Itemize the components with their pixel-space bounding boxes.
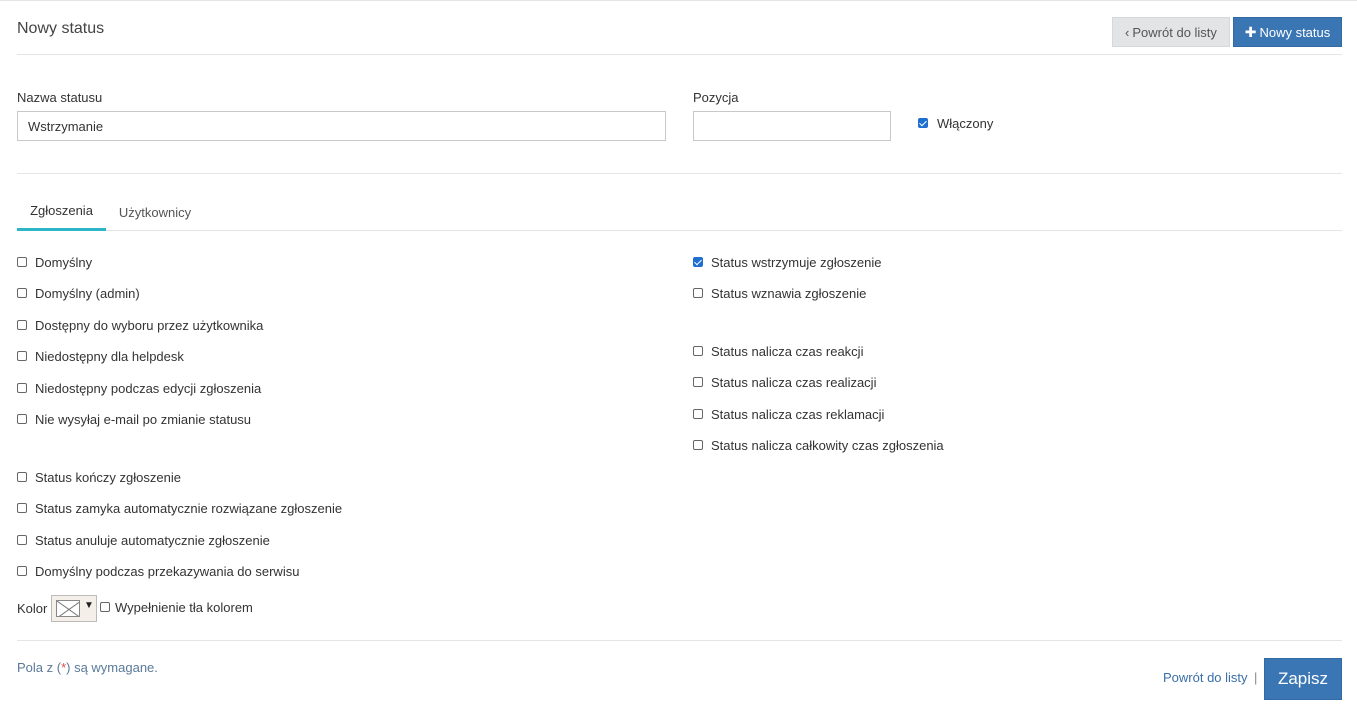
page-header: Nowy status ‹ Powrót do listy ✚ Nowy sta… xyxy=(17,0,1342,55)
option-checkbox[interactable] xyxy=(17,383,27,393)
option-label: Niedostępny podczas edycji zgłoszenia xyxy=(35,381,262,396)
option-label: Status nalicza czas reklamacji xyxy=(711,407,885,422)
fill-background-checkbox[interactable] xyxy=(100,602,110,612)
option-label: Status kończy zgłoszenie xyxy=(35,470,181,485)
option-checkbox[interactable] xyxy=(693,440,703,450)
option-label: Status nalicza całkowity czas zgłoszenia xyxy=(711,438,944,453)
option-checkbox[interactable] xyxy=(17,503,27,513)
option-label: Status wznawia zgłoszenie xyxy=(711,286,867,301)
option-checkbox[interactable] xyxy=(693,288,703,298)
name-input[interactable] xyxy=(17,111,666,141)
footer-separator: | xyxy=(1254,670,1258,685)
save-button[interactable]: Zapisz xyxy=(1264,658,1342,700)
color-swatch-icon xyxy=(56,600,80,617)
option-label: Domyślny (admin) xyxy=(35,286,140,301)
new-status-label: Nowy status xyxy=(1259,24,1331,40)
option-label: Status anuluje automatycznie zgłoszenie xyxy=(35,533,270,548)
required-note-prefix: Pola z ( xyxy=(17,660,62,675)
new-status-button[interactable]: ✚ Nowy status xyxy=(1233,17,1342,47)
footer-divider xyxy=(17,640,1342,641)
position-label: Pozycja xyxy=(693,90,739,105)
enabled-checkbox[interactable] xyxy=(918,118,928,128)
position-input[interactable] xyxy=(693,111,891,141)
option-checkbox[interactable] xyxy=(693,377,703,387)
dropdown-arrow-icon: ▼ xyxy=(84,600,94,611)
fill-background-label: Wypełnienie tła kolorem xyxy=(115,600,253,615)
color-picker[interactable]: ▼ xyxy=(51,595,97,622)
tab-zgloszenia[interactable]: Zgłoszenia xyxy=(17,193,106,231)
option-label: Niedostępny dla helpdesk xyxy=(35,349,184,364)
option-checkbox[interactable] xyxy=(17,472,27,482)
option-label: Status nalicza czas realizacji xyxy=(711,375,877,390)
enabled-label: Włączony xyxy=(937,116,994,131)
chevron-left-icon: ‹ xyxy=(1125,24,1130,40)
option-label: Nie wysyłaj e-mail po zmianie statusu xyxy=(35,412,252,427)
option-label: Dostępny do wyboru przez użytkownika xyxy=(35,318,264,333)
color-label: Kolor xyxy=(17,601,48,616)
option-label: Status zamyka automatycznie rozwiązane z… xyxy=(35,501,343,516)
option-label: Domyślny podczas przekazywania do serwis… xyxy=(35,564,300,579)
option-checkbox[interactable] xyxy=(17,257,27,267)
option-checkbox[interactable] xyxy=(693,257,703,267)
tab-uzytkownicy[interactable]: Użytkownicy xyxy=(109,193,201,231)
required-note-suffix: ) są wymagane. xyxy=(66,660,158,675)
option-label: Domyślny xyxy=(35,255,93,270)
plus-icon: ✚ xyxy=(1244,23,1257,40)
option-checkbox[interactable] xyxy=(17,351,27,361)
back-to-list-label: Powrót do listy xyxy=(1132,24,1217,40)
tab-bar: Zgłoszenia Użytkownicy xyxy=(17,193,1342,231)
option-checkbox[interactable] xyxy=(17,288,27,298)
page-title: Nowy status xyxy=(17,20,105,37)
footer-back-link[interactable]: Powrót do listy xyxy=(1163,670,1248,685)
back-to-list-button[interactable]: ‹ Powrót do listy xyxy=(1112,17,1230,47)
required-note: Pola z (*) są wymagane. xyxy=(17,660,158,675)
divider xyxy=(17,173,1342,174)
option-checkbox[interactable] xyxy=(17,566,27,576)
option-checkbox[interactable] xyxy=(693,346,703,356)
option-checkbox[interactable] xyxy=(17,320,27,330)
option-checkbox[interactable] xyxy=(17,535,27,545)
option-label: Status wstrzymuje zgłoszenie xyxy=(711,255,882,270)
name-label: Nazwa statusu xyxy=(17,90,103,105)
option-label: Status nalicza czas reakcji xyxy=(711,344,864,359)
option-checkbox[interactable] xyxy=(693,409,703,419)
option-checkbox[interactable] xyxy=(17,414,27,424)
